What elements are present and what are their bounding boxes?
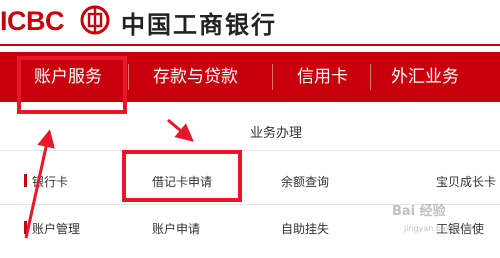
arrow-up-icon [24,129,55,239]
arrow-down-icon [167,118,194,142]
baidu-watermark: Bai 经验 [392,204,446,219]
annotation-arrows [24,118,194,239]
baidu-watermark-url: jingyan.baidu.com [404,224,478,233]
